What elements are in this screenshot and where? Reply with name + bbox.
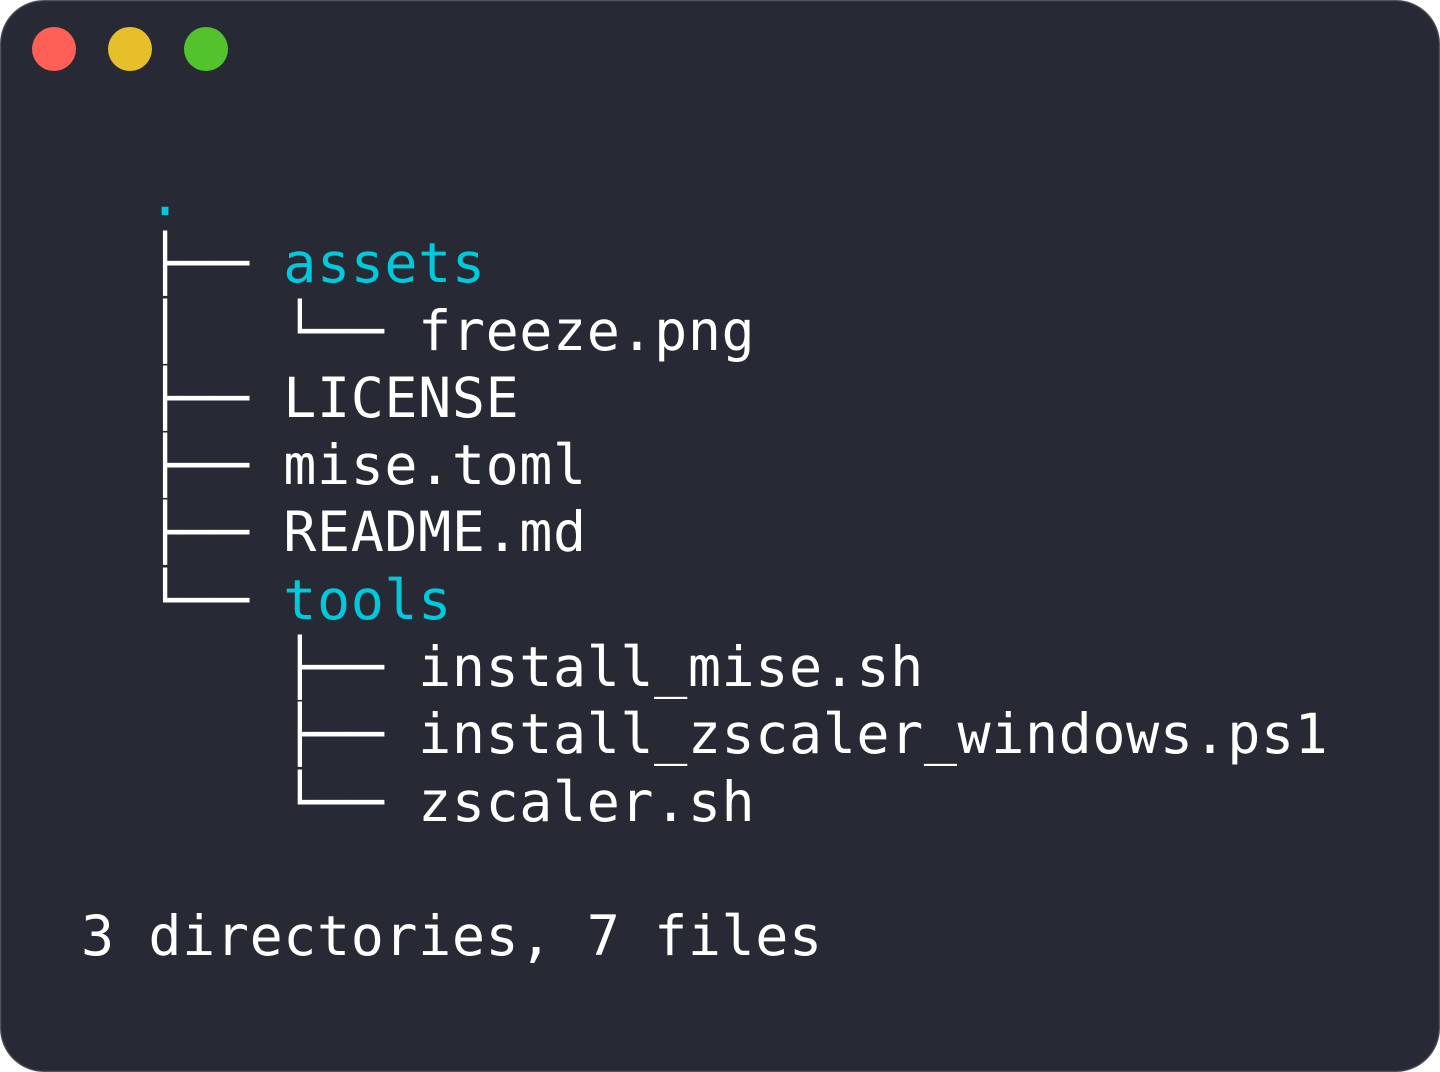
summary-line: 3 directories, 7 files xyxy=(81,903,1328,970)
terminal-output: . ├── assets │ └── freeze.png ├── LICENS… xyxy=(81,163,1328,971)
tree-line: ├── README.md xyxy=(81,499,1328,566)
tree-branch: └── xyxy=(148,769,419,834)
tree-line: ├── mise.toml xyxy=(81,432,1328,499)
tree-branch: ├── xyxy=(148,500,284,565)
close-button[interactable] xyxy=(32,27,76,71)
tree-file-name: freeze.png xyxy=(418,298,756,363)
tree-root-line: . xyxy=(81,163,1328,230)
tree-file-name: zscaler.sh xyxy=(418,769,756,834)
tree-line: ├── assets xyxy=(81,230,1328,297)
tree-branch: └── xyxy=(148,567,284,632)
tree-branch: ├── xyxy=(148,702,419,767)
tree-branch: │ └── xyxy=(148,298,419,363)
maximize-button[interactable] xyxy=(184,27,228,71)
terminal-window: . ├── assets │ └── freeze.png ├── LICENS… xyxy=(0,0,1440,1072)
tree-file-name: LICENSE xyxy=(283,365,520,430)
window-controls xyxy=(32,27,228,71)
tree-line: └── tools xyxy=(81,567,1328,634)
tree-file-name: install_mise.sh xyxy=(418,635,924,700)
tree-directory-name: assets xyxy=(283,231,486,296)
minimize-button[interactable] xyxy=(108,27,152,71)
tree-file-name: mise.toml xyxy=(283,433,587,498)
tree-branch: ├── xyxy=(148,635,419,700)
tree-root: . xyxy=(148,164,183,228)
tree-branch: ├── xyxy=(148,433,284,498)
tree-line: └── zscaler.sh xyxy=(81,769,1328,836)
tree-branch: ├── xyxy=(148,231,284,296)
tree-line: ├── install_zscaler_windows.ps1 xyxy=(81,701,1328,768)
tree-directory-name: tools xyxy=(283,567,452,632)
tree-line: ├── install_mise.sh xyxy=(81,634,1328,701)
tree-file-name: README.md xyxy=(283,500,587,565)
tree-line: ├── LICENSE xyxy=(81,365,1328,432)
tree-summary: 3 directories, 7 files xyxy=(81,904,823,969)
tree-file-name: install_zscaler_windows.ps1 xyxy=(418,702,1329,767)
tree-line: │ └── freeze.png xyxy=(81,298,1328,365)
tree-branch: ├── xyxy=(148,365,284,430)
